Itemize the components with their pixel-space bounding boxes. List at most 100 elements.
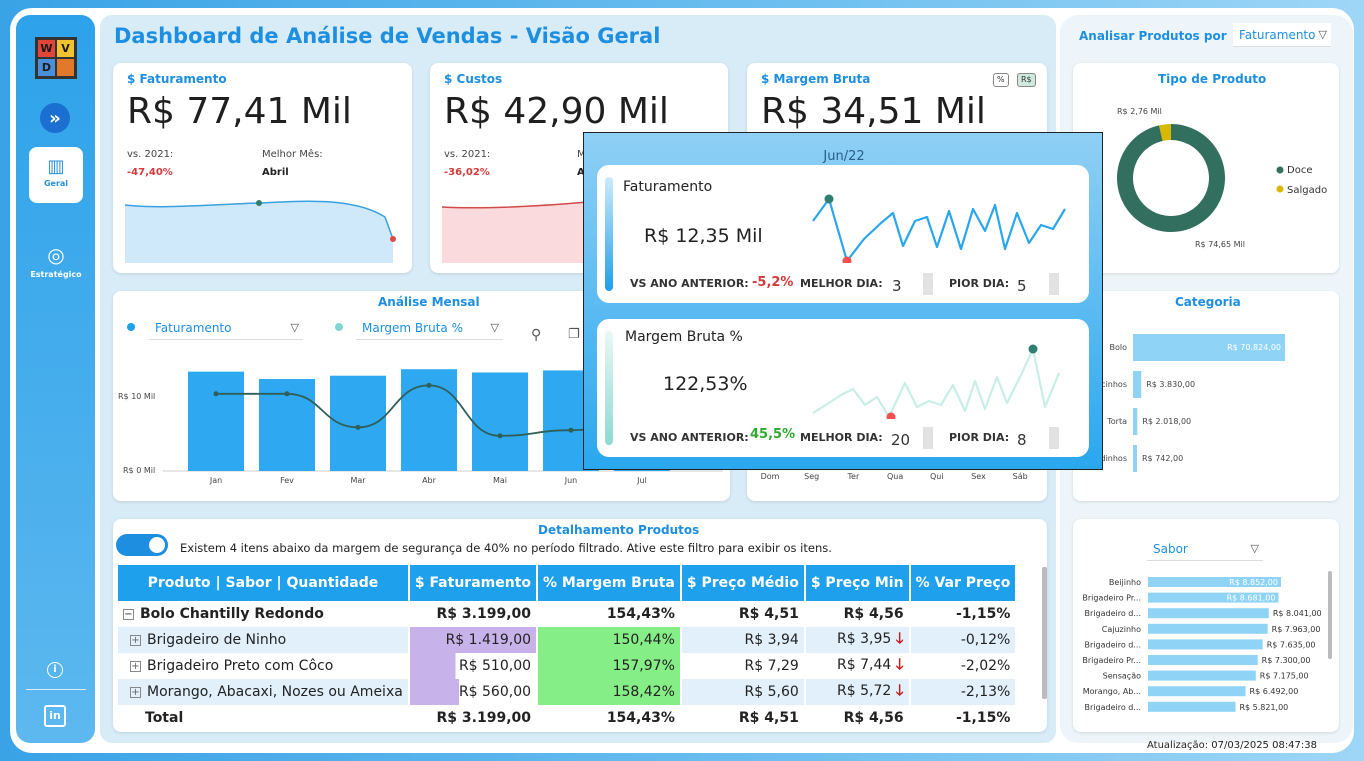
nav-geral[interactable]: ▥ Geral xyxy=(29,147,83,203)
collapse-icon[interactable]: − xyxy=(123,608,134,620)
column-header[interactable]: Produto | Sabor | Quantidade xyxy=(118,565,410,601)
data-label: R$ 8.852,00 xyxy=(1229,578,1278,587)
tooltip-vs-value: 45,5% xyxy=(750,427,796,442)
data-label: R$ 70.824,00 xyxy=(1227,343,1281,352)
x-tick-label: Jun xyxy=(564,476,578,485)
scrollbar[interactable] xyxy=(1328,571,1332,659)
sabor-chart[interactable]: Beijinho R$ 8.852,00 Brigadeiro Pr... R$ 8.… xyxy=(1073,573,1327,723)
expand-nav-button[interactable]: » xyxy=(40,103,70,133)
tooltip-metric-value: R$ 12,35 Mil xyxy=(644,225,763,247)
metric-dropdown-1[interactable]: Faturamento ▽ xyxy=(149,316,303,340)
sabor-card: Sabor ▽ Beijinho R$ 8.852,00 Brigadeiro Pr.… xyxy=(1073,519,1339,732)
category-bar xyxy=(1133,445,1137,472)
info-icon[interactable]: i xyxy=(47,662,63,678)
cell: Brigadeiro Preto com Côco xyxy=(147,658,334,674)
slice-label: R$ 2,76 Mil xyxy=(1117,107,1162,116)
update-timestamp: Atualização: 07/03/2025 08:47:38 xyxy=(1147,740,1318,751)
table-row[interactable]: + Morango, Abacaxi, Nozes ou Ameixa R$ 56… xyxy=(118,679,1018,705)
kpi-value: R$ 42,90 Mil xyxy=(444,91,669,132)
column-header[interactable]: $ Faturamento xyxy=(408,565,539,601)
bar-chart-add-icon: ▥ xyxy=(47,156,65,177)
sabor-dropdown[interactable]: Sabor ▽ xyxy=(1147,537,1263,561)
arrow-down-icon: 🡓 xyxy=(895,628,904,647)
x-tick-label: Ter xyxy=(847,472,860,481)
legend-dot xyxy=(335,323,343,331)
monthly-title: Análise Mensal xyxy=(378,295,480,309)
x-tick-label: Jan xyxy=(209,476,222,485)
category-label: Bolo xyxy=(1110,343,1128,352)
column-header[interactable]: % Margem Bruta xyxy=(537,565,682,601)
safety-filter-toggle[interactable] xyxy=(116,534,168,556)
sabor-bar xyxy=(1148,623,1268,634)
faturamento-sparkline xyxy=(124,200,396,263)
faturamento-daily-sparkline xyxy=(812,194,1066,263)
mini-bar xyxy=(923,427,933,449)
kpi-best-label: Melhor Mês: xyxy=(262,149,323,160)
analyze-dropdown[interactable]: Faturamento ▽ xyxy=(1233,23,1331,47)
tooltip-metric-label: Faturamento xyxy=(623,179,713,195)
currency-toggle-button[interactable]: R$ xyxy=(1017,73,1036,87)
products-table: Produto | Sabor | Quantidade $ Faturamen… xyxy=(118,565,1018,731)
cell: R$ 7,29 xyxy=(680,653,806,679)
sabor-bar xyxy=(1148,608,1269,619)
weekday-axis: Dom Seg Ter Qua Qui Sex Sáb xyxy=(761,472,1028,481)
filter-message: Existem 4 itens abaixo da margem de segu… xyxy=(180,541,832,555)
tooltip-best-label: MELHOR DIA: xyxy=(800,277,883,290)
kpi-label: $ Custos xyxy=(444,72,503,86)
expand-icon[interactable]: + xyxy=(130,686,141,698)
logo-coin-icon xyxy=(57,59,74,76)
kpi-label: $ Faturamento xyxy=(127,72,227,86)
sabor-bar xyxy=(1148,639,1263,650)
page-title: Dashboard de Análise de Vendas - Visão G… xyxy=(114,24,661,48)
linkedin-icon[interactable]: in xyxy=(44,705,66,727)
sidebar: W V D » ▥ Geral ◎ Estratégico i in xyxy=(16,15,95,743)
mini-bar xyxy=(1049,427,1059,449)
column-header[interactable]: % Var Preço xyxy=(909,565,1018,601)
sabor-label: Brigadeiro d... xyxy=(1085,640,1141,649)
categoria-chart[interactable]: Bolo R$ 70.824,00 cinhos R$ 3.830,00 Torta R$… xyxy=(1073,321,1339,501)
chevron-down-icon: ▽ xyxy=(290,321,299,334)
tooltip-worst-value: 8 xyxy=(1017,431,1027,449)
scrollbar[interactable] xyxy=(1042,567,1047,699)
nav-estrategico[interactable]: ◎ Estratégico xyxy=(24,243,88,279)
tooltip-margem-card: Margem Bruta % 122,53% VS ANO ANTERIOR: … xyxy=(597,319,1089,457)
data-label: R$ 7.963,00 xyxy=(1272,625,1321,634)
chevron-down-icon: ▽ xyxy=(1250,542,1259,555)
tooltip-metric-label: Margem Bruta % xyxy=(625,329,743,345)
column-header[interactable]: $ Preço Médio xyxy=(680,565,806,601)
cell: R$ 3.199,00 xyxy=(408,705,539,731)
x-tick-label: Mai xyxy=(493,476,507,485)
kpi-faturamento-card[interactable]: $ Faturamento R$ 77,41 Mil vs. 2021: -47… xyxy=(113,63,412,273)
tooltip-title: Jun/22 xyxy=(823,149,865,164)
cell: 158,42% xyxy=(537,679,682,705)
dropdown-value: Faturamento xyxy=(1239,28,1316,42)
x-tick-label: Jul xyxy=(636,476,647,485)
tooltip-worst-label: PIOR DIA: xyxy=(949,277,1010,290)
percent-toggle-button[interactable]: % xyxy=(993,73,1009,87)
category-label: dinhos xyxy=(1100,454,1127,463)
data-label: R$ 6.492,00 xyxy=(1250,687,1299,696)
pin-icon[interactable]: ⚲ xyxy=(531,327,541,343)
accent-bar xyxy=(605,177,613,291)
tipo-donut-chart[interactable]: R$ 2,76 Mil R$ 74,65 Mil Doce Salgado xyxy=(1073,93,1339,273)
table-group-row[interactable]: − Bolo Chantilly Redondo R$ 3.199,00 154,… xyxy=(118,601,1018,627)
dropdown-value: Faturamento xyxy=(155,321,232,335)
category-bar xyxy=(1133,408,1138,435)
y-axis-label: R$ 10 Mil xyxy=(118,392,156,401)
bar xyxy=(188,371,244,471)
metric-dropdown-2[interactable]: Margem Bruta % ▽ xyxy=(356,316,503,340)
sabor-label: Brigadeiro Pr... xyxy=(1082,656,1141,665)
cell: R$ 4,51 xyxy=(680,601,806,627)
expand-icon[interactable]: + xyxy=(130,634,141,646)
copy-icon[interactable]: ❐ xyxy=(568,327,580,342)
column-header[interactable]: $ Preço Min xyxy=(804,565,911,601)
table-row[interactable]: + Brigadeiro Preto com Côco R$ 510,00 157… xyxy=(118,653,1018,679)
table-row[interactable]: + Brigadeiro de Ninho R$ 1.419,00 150,44%… xyxy=(118,627,1018,653)
expand-icon[interactable]: + xyxy=(130,660,141,672)
x-tick-label: Qui xyxy=(930,472,944,481)
data-label: R$ 8.681,00 xyxy=(1227,594,1276,603)
kpi-vs-value: -36,02% xyxy=(444,167,490,178)
line-point xyxy=(213,391,219,397)
arrow-down-icon: 🡓 xyxy=(895,654,904,673)
x-tick-label: Sex xyxy=(971,472,986,481)
